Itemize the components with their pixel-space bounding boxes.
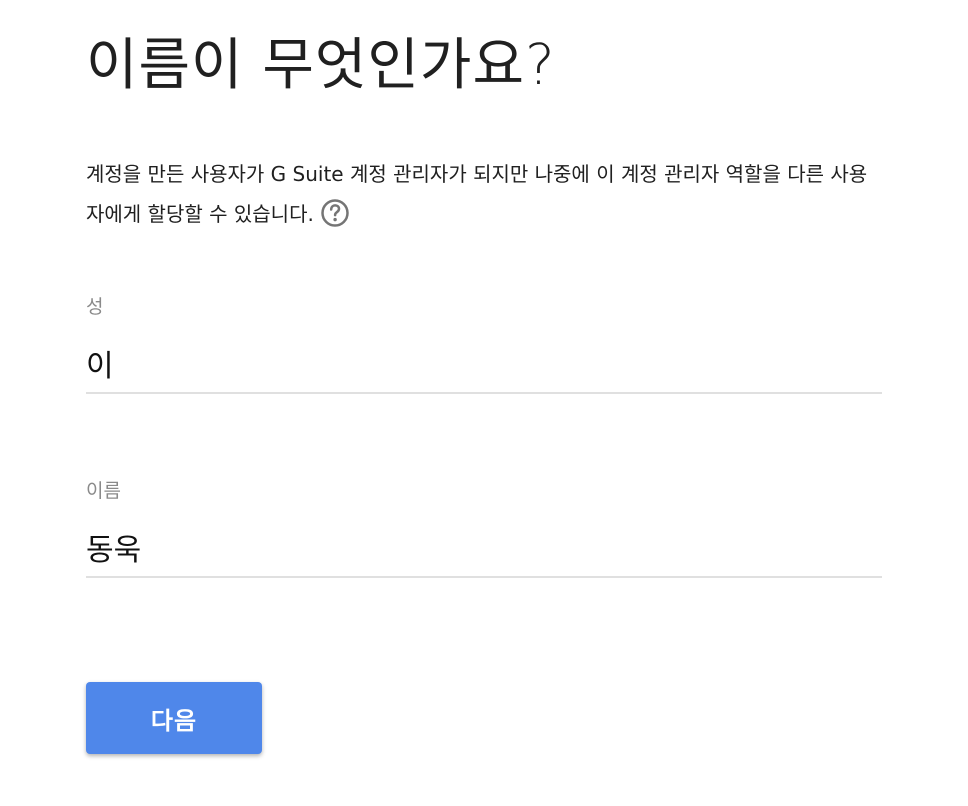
first-name-input[interactable] [86,518,882,578]
last-name-field-group: 성 [86,292,882,394]
first-name-label: 이름 [86,480,121,502]
last-name-input[interactable] [86,334,882,394]
first-name-field-group: 이름 [86,476,882,578]
page-title: 이름이 무엇인가요? [86,33,556,98]
description-text: 계정을 만든 사용자가 G Suite 계정 관리자가 되지만 나중에 이 계정… [86,162,868,226]
next-button[interactable]: 다음 [86,682,262,754]
help-circle-icon[interactable] [320,198,350,228]
description: 계정을 만든 사용자가 G Suite 계정 관리자가 되지만 나중에 이 계정… [86,154,882,234]
last-name-label: 성 [86,296,104,318]
